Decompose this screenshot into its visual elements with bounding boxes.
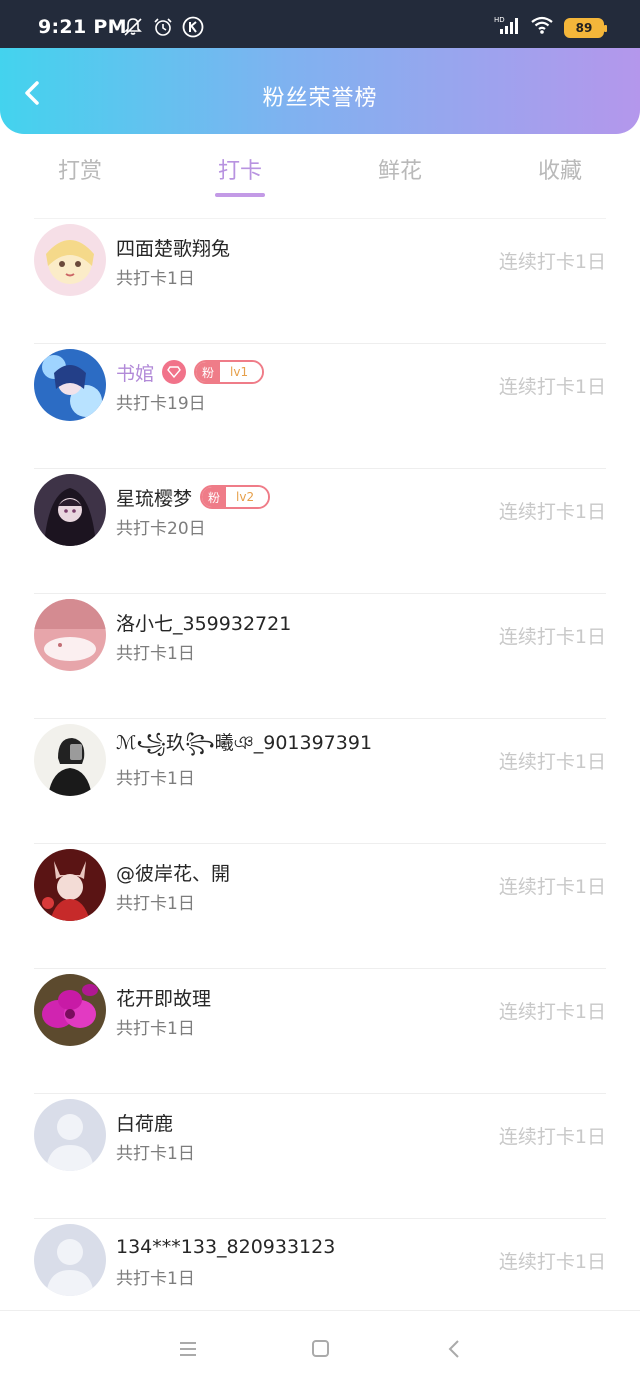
- total-checkins: 共打卡1日: [116, 269, 195, 289]
- streak-checkins: 连续打卡1日: [498, 876, 606, 898]
- total-checkins: 共打卡1日: [116, 1144, 195, 1164]
- system-navigation-bar: [0, 1310, 640, 1387]
- total-checkins: 共打卡1日: [116, 769, 195, 789]
- user-name: 花开即故理: [116, 987, 212, 1010]
- list-item[interactable]: 星琉樱梦 粉 lv2 共打卡20日 连续打卡1日: [34, 468, 606, 593]
- streak-checkins: 连续打卡1日: [498, 501, 606, 523]
- tab-label: 收藏: [537, 159, 582, 184]
- user-name: 书婠: [116, 362, 155, 385]
- tab-label: 打赏: [57, 159, 102, 184]
- tab-flowers[interactable]: 鲜花: [320, 134, 480, 214]
- avatar[interactable]: [34, 474, 106, 546]
- fan-level-badge: 粉 lv2: [200, 485, 271, 509]
- tab-label: 打卡: [217, 159, 262, 184]
- list-item[interactable]: 四面楚歌翔兔 共打卡1日 连续打卡1日: [34, 218, 606, 343]
- app-header: 粉丝荣誉榜: [0, 48, 640, 134]
- fan-level: lv1: [220, 362, 263, 382]
- list-item[interactable]: 书婠 粉 lv1 共打卡19日 连续打卡1日: [34, 343, 606, 468]
- tab-label: 鲜花: [377, 159, 422, 184]
- user-name: 四面楚歌翔兔: [116, 237, 231, 260]
- status-time: 9:21 PM: [38, 16, 127, 38]
- streak-checkins: 连续打卡1日: [498, 626, 606, 648]
- user-name: 134***133_820933123: [116, 1236, 336, 1258]
- user-name: @彼岸花、開: [116, 862, 231, 885]
- streak-checkins: 连续打卡1日: [498, 251, 606, 273]
- fan-level-badge: 粉 lv1: [194, 360, 265, 384]
- user-name: 白荷鹿: [116, 1112, 174, 1135]
- user-name: 洛小七_359932721: [116, 612, 292, 635]
- list-item[interactable]: @彼岸花、開 共打卡1日 连续打卡1日: [34, 843, 606, 968]
- streak-checkins: 连续打卡1日: [498, 1251, 606, 1273]
- back-chevron-icon[interactable]: [440, 1337, 468, 1361]
- alarm-icon: [152, 16, 174, 38]
- user-name: ℳ꧁玖꧂曦ঞ_901397391: [116, 731, 373, 754]
- default-avatar-icon[interactable]: [34, 1099, 106, 1171]
- tab-reward[interactable]: 打赏: [0, 134, 160, 214]
- tab-bar: 打赏 打卡 鲜花 收藏: [0, 134, 640, 214]
- default-avatar-icon[interactable]: [34, 1224, 106, 1296]
- avatar[interactable]: [34, 974, 106, 1046]
- total-checkins: 共打卡1日: [116, 644, 195, 664]
- hd-signal-icon: HD: [494, 15, 520, 40]
- streak-checkins: 连续打卡1日: [498, 1001, 606, 1023]
- list-item[interactable]: ℳ꧁玖꧂曦ঞ_901397391 共打卡1日 连续打卡1日: [34, 718, 606, 843]
- avatar[interactable]: [34, 724, 106, 796]
- list-item[interactable]: 白荷鹿 共打卡1日 连续打卡1日: [34, 1093, 606, 1218]
- list-item[interactable]: 花开即故理 共打卡1日 连续打卡1日: [34, 968, 606, 1093]
- svg-text:HD: HD: [494, 16, 505, 24]
- status-bar: 9:21 PM HD 89: [0, 0, 640, 48]
- streak-checkins: 连续打卡1日: [498, 1126, 606, 1148]
- list-item[interactable]: 洛小七_359932721 共打卡1日 连续打卡1日: [34, 593, 606, 718]
- active-tab-indicator: [215, 193, 265, 197]
- fan-badge-label: 粉: [202, 487, 227, 507]
- total-checkins: 共打卡1日: [116, 1019, 195, 1039]
- wifi-icon: [530, 15, 554, 40]
- total-checkins: 共打卡20日: [116, 519, 206, 539]
- fan-level: lv2: [226, 487, 269, 507]
- avatar[interactable]: [34, 849, 106, 921]
- total-checkins: 共打卡1日: [116, 1269, 195, 1289]
- k-app-icon: [182, 16, 204, 38]
- tab-favorites[interactable]: 收藏: [480, 134, 640, 214]
- diamond-icon: [162, 360, 187, 384]
- tab-checkin[interactable]: 打卡: [160, 134, 320, 214]
- avatar[interactable]: [34, 224, 106, 296]
- user-name: 星琉樱梦: [116, 487, 193, 510]
- menu-icon[interactable]: [174, 1337, 202, 1361]
- avatar[interactable]: [34, 349, 106, 421]
- battery-indicator: 89: [564, 17, 607, 38]
- bell-off-icon: [122, 16, 144, 38]
- fan-list: 四面楚歌翔兔 共打卡1日 连续打卡1日 书婠 粉 lv1 共打卡19日 连续打卡…: [0, 218, 640, 1343]
- page-title: 粉丝荣誉榜: [262, 86, 378, 111]
- fan-badge-label: 粉: [196, 362, 221, 382]
- avatar[interactable]: [34, 599, 106, 671]
- total-checkins: 共打卡1日: [116, 894, 195, 914]
- total-checkins: 共打卡19日: [116, 394, 206, 414]
- streak-checkins: 连续打卡1日: [498, 376, 606, 398]
- home-square-icon[interactable]: [306, 1337, 334, 1361]
- streak-checkins: 连续打卡1日: [498, 751, 606, 773]
